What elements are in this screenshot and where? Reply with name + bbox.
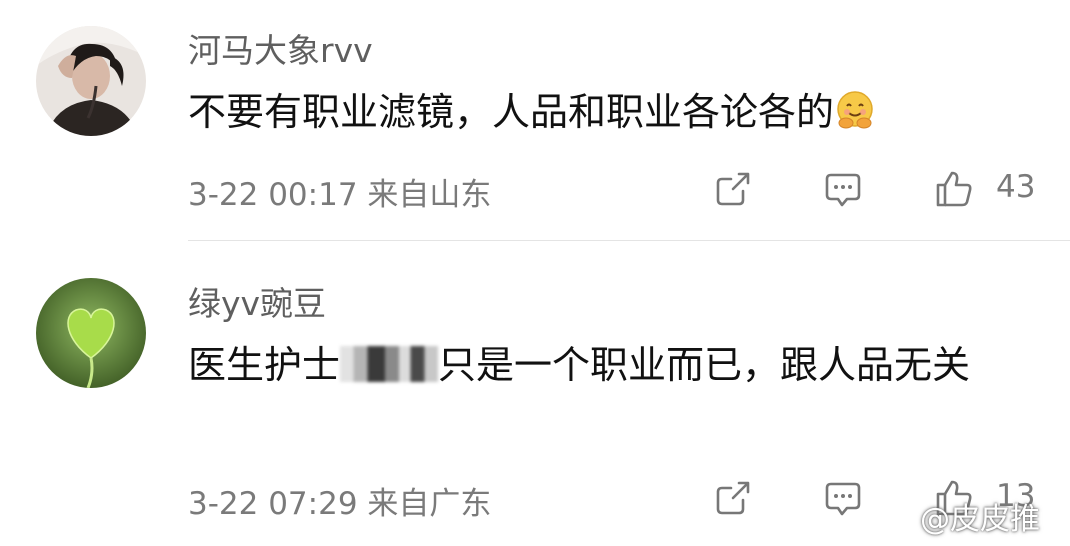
comment-meta-row: 3-22 00:17 来自山东 43 bbox=[188, 167, 1040, 213]
comment-item: 河马大象rvv 不要有职业滤镜，人品和职业各论各的 3-22 00:17 来自山… bbox=[0, 0, 1070, 241]
share-icon[interactable] bbox=[713, 169, 753, 209]
hugging-face-emoji-icon bbox=[837, 91, 873, 129]
clover-leaf-avatar-icon bbox=[36, 278, 146, 388]
watermark-text: @皮皮推 bbox=[920, 502, 1040, 537]
like-icon[interactable] bbox=[934, 169, 974, 209]
comment-text-part: 只是一个职业而已，跟人品无关 bbox=[438, 343, 971, 387]
redacted-mosaic bbox=[340, 346, 439, 382]
username[interactable]: 绿yv豌豆 bbox=[188, 277, 326, 325]
comment-icon[interactable] bbox=[823, 478, 863, 518]
comment-text: 医生护士 只是一个职业而已，跟人品无关 bbox=[188, 339, 1028, 391]
avatar[interactable] bbox=[36, 26, 146, 136]
comment-text: 不要有职业滤镜，人品和职业各论各的 bbox=[188, 86, 1028, 138]
comment-text-body: 不要有职业滤镜，人品和职业各论各的 bbox=[188, 90, 835, 134]
comment-text-part: 医生护士 bbox=[188, 343, 341, 387]
comment-icon[interactable] bbox=[823, 169, 863, 209]
watermark: @皮皮推 bbox=[882, 494, 1040, 538]
username[interactable]: 河马大象rvv bbox=[188, 24, 373, 72]
like-count: 43 bbox=[996, 169, 1036, 205]
avatar[interactable] bbox=[36, 278, 146, 388]
weibo-icon bbox=[882, 507, 916, 533]
person-avatar-icon bbox=[36, 26, 146, 136]
comment-date-location: 3-22 07:29 来自广东 bbox=[188, 486, 492, 522]
share-icon[interactable] bbox=[713, 478, 753, 518]
comment-date-location: 3-22 00:17 来自山东 bbox=[188, 177, 492, 213]
